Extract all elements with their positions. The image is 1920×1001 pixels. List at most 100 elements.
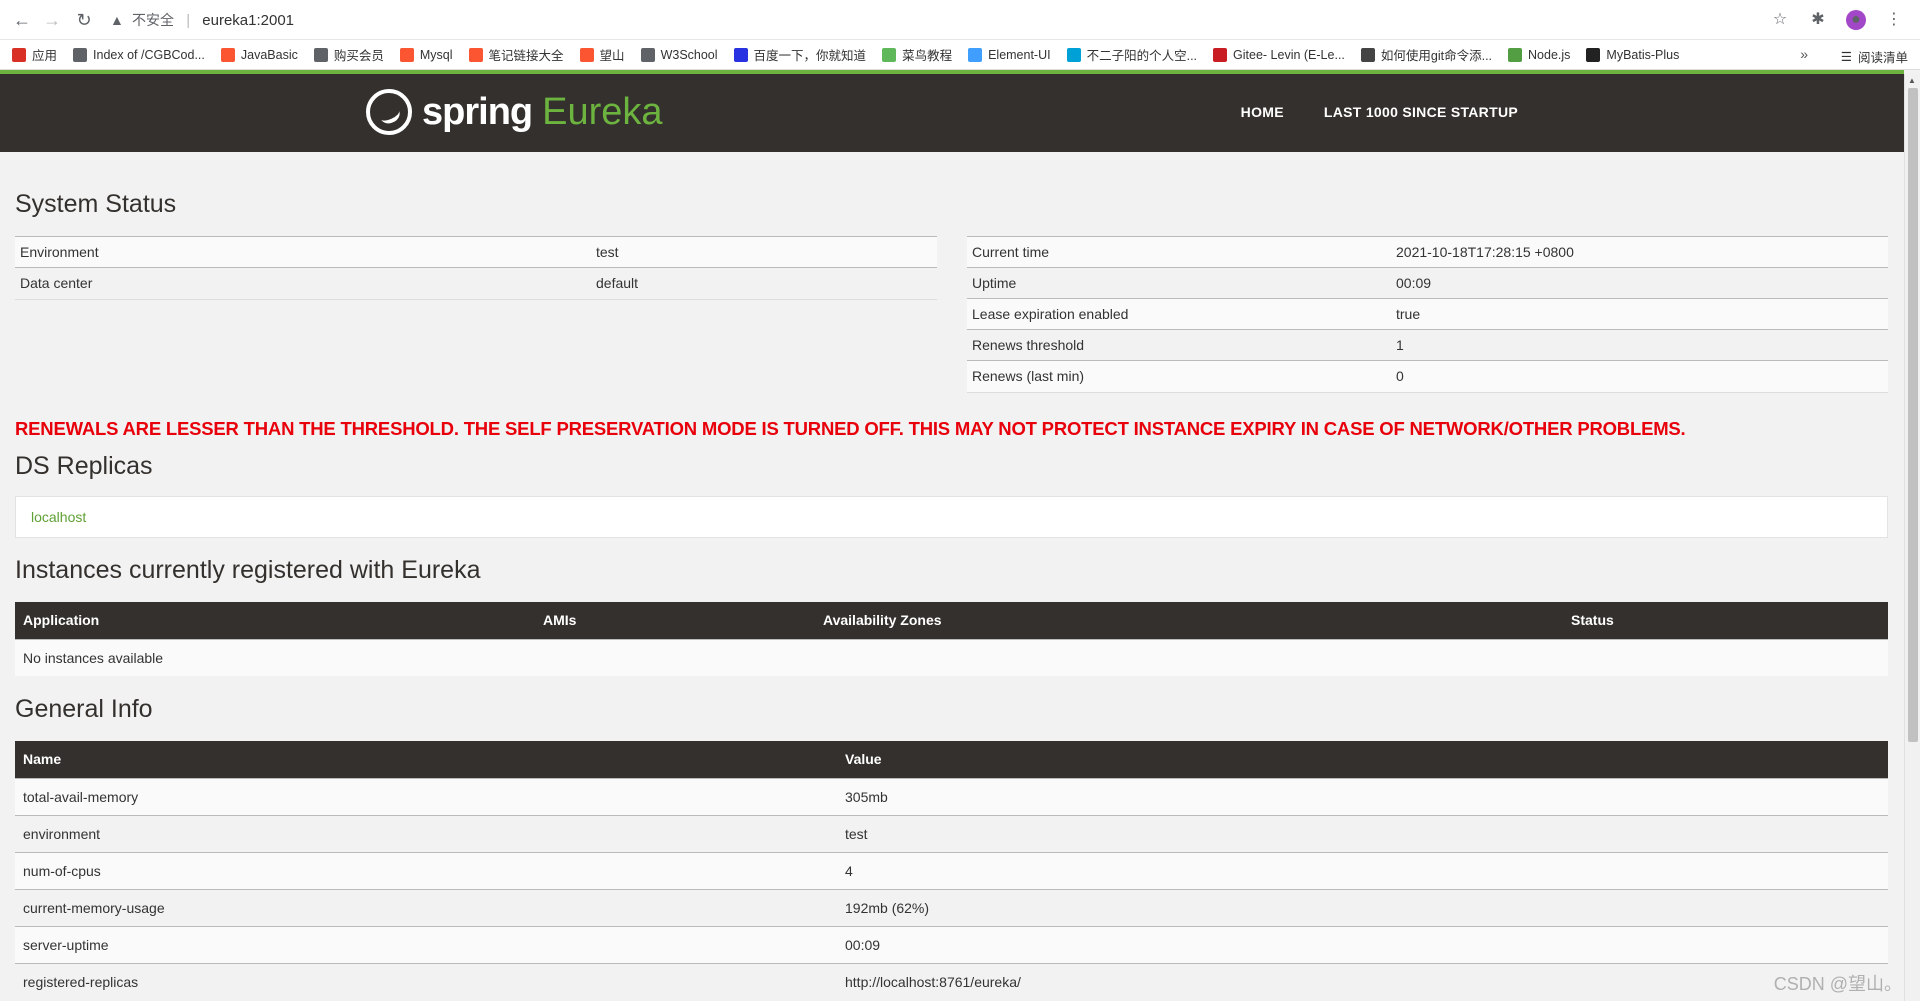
table-row: total-avail-memory 305mb — [15, 777, 1888, 815]
bookmark-label: 不二子阳的个人空... — [1086, 49, 1198, 63]
logo-spring-text: spring — [422, 90, 533, 133]
ds-replicas-title: DS Replicas — [15, 452, 153, 480]
status-value: 2021-10-18T17:28:15 +0800 — [1391, 236, 1888, 268]
nav-home-link[interactable]: HOME — [1241, 104, 1284, 120]
extensions-puzzle-icon[interactable]: ✱ — [1808, 10, 1828, 30]
profile-avatar[interactable]: ● — [1846, 10, 1866, 30]
table-row: current-memory-usage 192mb (62%) — [15, 888, 1888, 926]
bookmark-item[interactable]: Index of /CGBCod... — [73, 47, 205, 62]
status-key: Renews threshold — [967, 329, 1391, 361]
bookmark-item[interactable]: Element-UI — [968, 47, 1051, 62]
logo-eureka-text: Eureka — [542, 90, 663, 133]
bookmark-star-icon[interactable]: ☆ — [1770, 10, 1790, 30]
bookmark-item[interactable]: 如何使用git命令添... — [1360, 45, 1493, 64]
status-key: Lease expiration enabled — [967, 298, 1391, 330]
bookmark-label: MyBatis-Plus — [1606, 47, 1680, 62]
nodejs-icon — [1508, 47, 1523, 62]
forward-arrow-icon[interactable]: → — [42, 10, 62, 30]
bookmark-item[interactable]: 应用 — [12, 45, 57, 64]
table-row: Environment test — [15, 236, 937, 268]
instances-header-row: Application AMIs Availability Zones Stat… — [15, 602, 1888, 639]
eureka-navbar: spring Eureka HOME LAST 1000 SINCE START… — [0, 74, 1904, 152]
col-name: Name — [15, 741, 837, 778]
bookmarks-bar: 应用 Index of /CGBCod... JavaBasic 购买会员 Mysql 笔… — [0, 40, 1920, 70]
csdn-c-icon — [399, 47, 414, 62]
system-status-title: System Status — [15, 190, 177, 218]
bookmark-label: Node.js — [1528, 47, 1571, 62]
table-row: Data center default — [15, 267, 937, 299]
kebab-menu-icon[interactable]: ⋮ — [1884, 10, 1904, 30]
reload-icon[interactable]: ↻ — [74, 10, 94, 30]
bookmark-label: W3School — [660, 47, 718, 62]
general-info-header-row: Name Value — [15, 741, 1888, 778]
table-row: Current time 2021-10-18T17:28:15 +0800 — [967, 236, 1888, 268]
bilibili-icon — [1066, 47, 1081, 62]
instances-table: Application AMIs Availability Zones Stat… — [15, 602, 1888, 676]
bookmark-label: Gitee- Levin (E-Le... — [1233, 47, 1345, 62]
system-status-right-table: Current time 2021-10-18T17:28:15 +0800 Upt… — [967, 236, 1888, 393]
bookmark-item[interactable]: W3School — [640, 47, 718, 62]
address-bar[interactable]: ▲ 不安全 | eureka1:2001 — [110, 6, 1770, 34]
bookmark-label: 购买会员 — [333, 49, 384, 63]
info-name: server-uptime — [15, 925, 837, 963]
info-value: 192mb (62%) — [837, 888, 1888, 926]
no-instances-message: No instances available — [15, 638, 1888, 676]
globe-icon — [640, 47, 655, 62]
reading-list-button[interactable]: ☰ 阅读清单 — [1841, 47, 1908, 66]
bookmark-item[interactable]: 望山 — [579, 45, 625, 64]
col-status: Status — [1563, 602, 1888, 639]
csdn-watermark: CSDN @望山。 — [1773, 974, 1902, 994]
table-row: Uptime 00:09 — [967, 267, 1888, 299]
status-value: 0 — [1391, 360, 1888, 392]
warning-triangle-icon: ▲ — [110, 12, 124, 28]
status-value: 1 — [1391, 329, 1888, 361]
bookmark-label: 如何使用git命令添... — [1380, 49, 1493, 63]
browser-toolbar: ← → ↻ ▲ 不安全 | eureka1:2001 ☆ ✱ ● ⋮ — [0, 0, 1920, 40]
info-value: 00:09 — [837, 925, 1888, 963]
table-row: Renews threshold 1 — [967, 329, 1888, 361]
bookmark-item[interactable]: 菜鸟教程 — [882, 45, 952, 64]
spring-eureka-logo[interactable]: spring Eureka — [366, 88, 663, 136]
instances-title: Instances currently registered with Eure… — [15, 556, 481, 584]
bookmarks-overflow-chevron[interactable]: » — [1800, 46, 1808, 62]
status-key: Data center — [15, 267, 591, 299]
table-row: num-of-cpus 4 — [15, 851, 1888, 889]
info-name: total-avail-memory — [15, 777, 837, 815]
apps-grid-icon — [12, 47, 26, 62]
page-scrollbar[interactable]: ▲ — [1904, 74, 1920, 1001]
bookmark-item[interactable]: Gitee- Levin (E-Le... — [1213, 47, 1345, 62]
table-row: environment test — [15, 814, 1888, 852]
back-arrow-icon[interactable]: ← — [12, 10, 32, 30]
bookmark-item[interactable]: JavaBasic — [220, 47, 298, 62]
info-name: current-memory-usage — [15, 888, 837, 926]
info-name: num-of-cpus — [15, 851, 837, 889]
bookmark-item[interactable]: 购买会员 — [313, 45, 384, 64]
scrollbar-thumb[interactable] — [1908, 88, 1918, 742]
status-key: Current time — [967, 236, 1391, 268]
col-application: Application — [15, 602, 535, 639]
status-key: Environment — [15, 236, 591, 268]
bookmark-item[interactable]: Mysql — [399, 47, 453, 62]
bookmark-label: Element-UI — [988, 47, 1051, 62]
bookmark-item[interactable]: 笔记链接大全 — [468, 45, 564, 64]
bookmark-item[interactable]: 不二子阳的个人空... — [1066, 45, 1198, 64]
table-row: registered-replicas http://localhost:8761… — [15, 962, 1888, 1000]
scroll-up-arrow-icon[interactable]: ▲ — [1908, 76, 1916, 85]
status-key: Uptime — [967, 267, 1391, 299]
bookmark-item[interactable]: Node.js — [1508, 47, 1571, 62]
bookmark-item[interactable]: MyBatis-Plus — [1586, 47, 1680, 62]
bookmark-label: Index of /CGBCod... — [93, 47, 205, 62]
general-info-title: General Info — [15, 695, 153, 723]
col-availability-zones: Availability Zones — [815, 602, 1563, 639]
col-amis: AMIs — [535, 602, 815, 639]
bookmark-label: 百度一下，你就知道 — [753, 49, 867, 63]
info-name: registered-replicas — [15, 962, 837, 1000]
mybatis-bird-icon — [1586, 47, 1601, 62]
bookmark-item[interactable]: 百度一下，你就知道 — [733, 45, 867, 64]
replica-link-localhost[interactable]: localhost — [31, 509, 86, 525]
status-value: default — [591, 267, 937, 299]
reading-list-icon: ☰ — [1840, 50, 1852, 64]
table-row: No instances available — [15, 638, 1888, 676]
nav-last-1000-link[interactable]: LAST 1000 SINCE STARTUP — [1324, 104, 1518, 120]
baidu-paw-icon — [733, 47, 748, 62]
